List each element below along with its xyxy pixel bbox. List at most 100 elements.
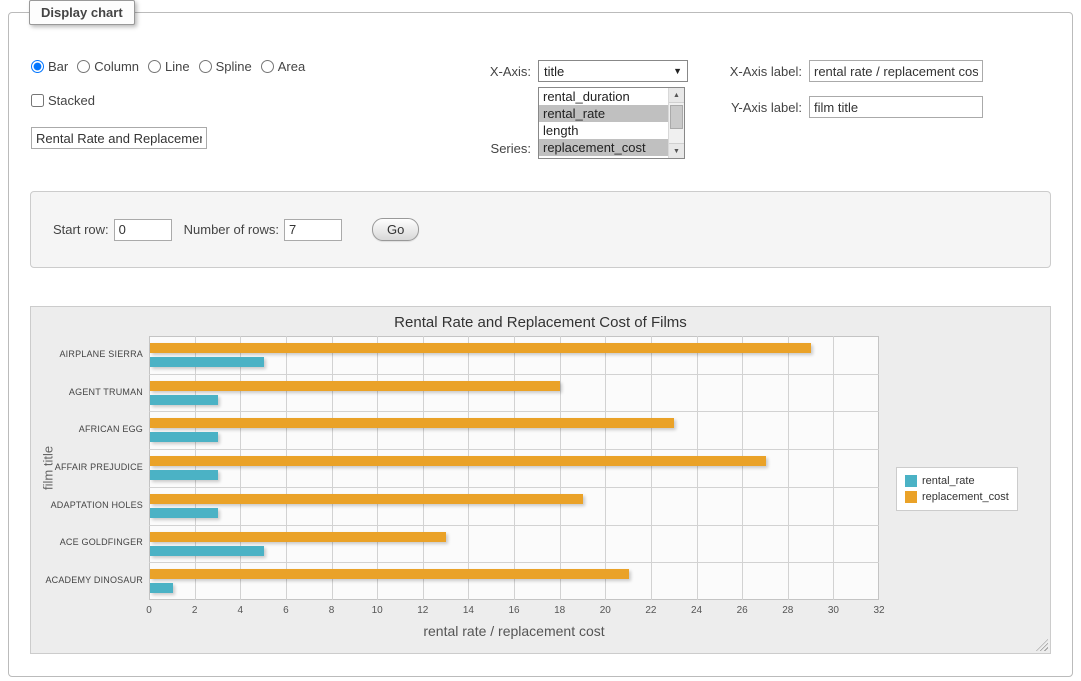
chart-type-column[interactable]: Column	[77, 59, 139, 74]
series-multiselect[interactable]: rental_duration rental_rate length repla…	[538, 87, 685, 159]
series-option-replacement-cost[interactable]: replacement_cost	[539, 139, 684, 156]
display-chart-fieldset: Display chart Bar Column Line Spline Are…	[8, 12, 1073, 677]
y-category-label: AIRPLANE SIERRA	[39, 349, 143, 359]
scroll-up-icon[interactable]: ▲	[669, 88, 684, 103]
x-axis-row: X-Axis: title ▼	[459, 60, 688, 82]
chart-type-area[interactable]: Area	[261, 59, 305, 74]
y-category-label: ACE GOLDFINGER	[39, 537, 143, 547]
series-row: Series: rental_duration rental_rate leng…	[459, 87, 685, 159]
chart-title: Rental Rate and Replacement Cost of Film…	[31, 314, 1050, 331]
num-rows-label: Number of rows:	[184, 222, 279, 237]
stacked-option[interactable]: Stacked	[31, 93, 95, 108]
spline-radio[interactable]	[199, 60, 212, 73]
y-axis-label-label: Y-Axis label:	[707, 100, 802, 115]
grid-line-vertical	[332, 336, 333, 600]
legend-label: rental_rate	[922, 475, 975, 487]
x-tick-label: 18	[545, 605, 575, 616]
grid-line-vertical	[560, 336, 561, 600]
resize-handle-icon[interactable]	[1036, 639, 1048, 651]
legend-label: replacement_cost	[922, 491, 1009, 503]
y-category-label: ADAPTATION HOLES	[39, 500, 143, 510]
x-tick-label: 0	[134, 605, 164, 616]
series-label: Series:	[459, 141, 531, 156]
area-radio-label: Area	[278, 59, 305, 74]
x-tick-label: 12	[408, 605, 438, 616]
grid-line-horizontal	[149, 525, 879, 526]
series-option-length[interactable]: length	[539, 122, 684, 139]
y-axis-label-row: Y-Axis label:	[707, 96, 983, 118]
grid-line-vertical	[468, 336, 469, 600]
chevron-down-icon: ▼	[673, 66, 682, 76]
stacked-checkbox[interactable]	[31, 94, 44, 107]
x-axis-selected-value: title	[544, 64, 564, 79]
y-category-label: AGENT TRUMAN	[39, 387, 143, 397]
scrollbar-thumb[interactable]	[670, 105, 683, 129]
grid-line-vertical	[833, 336, 834, 600]
series-option-rental-duration[interactable]: rental_duration	[539, 88, 684, 105]
x-axis-select[interactable]: title ▼	[538, 60, 688, 82]
bar-replacement_cost	[150, 381, 560, 391]
legend-item: replacement_cost	[905, 489, 1009, 505]
num-rows-input[interactable]	[284, 219, 342, 241]
grid-line-vertical	[514, 336, 515, 600]
x-tick-label: 4	[225, 605, 255, 616]
stacked-row: Stacked	[31, 93, 95, 108]
y-category-label: ACADEMY DINOSAUR	[39, 575, 143, 585]
row-range-panel: Start row: Number of rows: Go	[30, 191, 1051, 268]
chart-legend: rental_rate replacement_cost	[896, 467, 1018, 511]
x-axis-label-row: X-Axis label:	[707, 60, 983, 82]
y-axis-label-input[interactable]	[809, 96, 983, 118]
x-tick-label: 24	[682, 605, 712, 616]
chart-type-bar[interactable]: Bar	[31, 59, 68, 74]
bar-rental_rate	[150, 583, 173, 593]
column-radio[interactable]	[77, 60, 90, 73]
x-tick-label: 22	[636, 605, 666, 616]
x-axis-label: X-Axis:	[459, 64, 531, 79]
grid-line-vertical	[788, 336, 789, 600]
start-row-input[interactable]	[114, 219, 172, 241]
start-row-label: Start row:	[53, 222, 109, 237]
grid-line-horizontal	[149, 374, 879, 375]
bar-radio[interactable]	[31, 60, 44, 73]
chart-type-spline[interactable]: Spline	[199, 59, 252, 74]
x-tick-label: 20	[590, 605, 620, 616]
grid-line-vertical	[605, 336, 606, 600]
bar-rental_rate	[150, 357, 264, 367]
area-radio[interactable]	[261, 60, 274, 73]
grid-line-vertical	[742, 336, 743, 600]
bar-rental_rate	[150, 508, 218, 518]
grid-line-vertical	[651, 336, 652, 600]
bar-rental_rate	[150, 470, 218, 480]
x-tick-label: 26	[727, 605, 757, 616]
bar-replacement_cost	[150, 532, 446, 542]
chart-type-line[interactable]: Line	[148, 59, 190, 74]
grid-line-vertical	[423, 336, 424, 600]
legend-item: rental_rate	[905, 473, 1009, 489]
go-button[interactable]: Go	[372, 218, 419, 241]
bar-replacement_cost	[150, 418, 674, 428]
x-tick-label: 28	[773, 605, 803, 616]
x-tick-label: 2	[180, 605, 210, 616]
grid-line-vertical	[195, 336, 196, 600]
x-axis-label-label: X-Axis label:	[707, 64, 802, 79]
x-axis-label-input[interactable]	[809, 60, 983, 82]
x-tick-label: 8	[317, 605, 347, 616]
bar-rental_rate	[150, 546, 264, 556]
grid-line-vertical	[697, 336, 698, 600]
bar-replacement_cost	[150, 343, 811, 353]
bar-radio-label: Bar	[48, 59, 68, 74]
series-option-rental-rate[interactable]: rental_rate	[539, 105, 684, 122]
line-radio-label: Line	[165, 59, 190, 74]
x-tick-label: 10	[362, 605, 392, 616]
chart-title-input[interactable]	[31, 127, 207, 149]
grid-line-horizontal	[149, 562, 879, 563]
legend-swatch-replacement_cost	[905, 491, 917, 503]
x-tick-label: 32	[864, 605, 894, 616]
line-radio[interactable]	[148, 60, 161, 73]
bar-replacement_cost	[150, 456, 766, 466]
column-radio-label: Column	[94, 59, 139, 74]
scroll-down-icon[interactable]: ▼	[669, 143, 684, 158]
grid-line-horizontal	[149, 449, 879, 450]
bar-rental_rate	[150, 395, 218, 405]
series-scrollbar[interactable]: ▲ ▼	[668, 88, 684, 158]
